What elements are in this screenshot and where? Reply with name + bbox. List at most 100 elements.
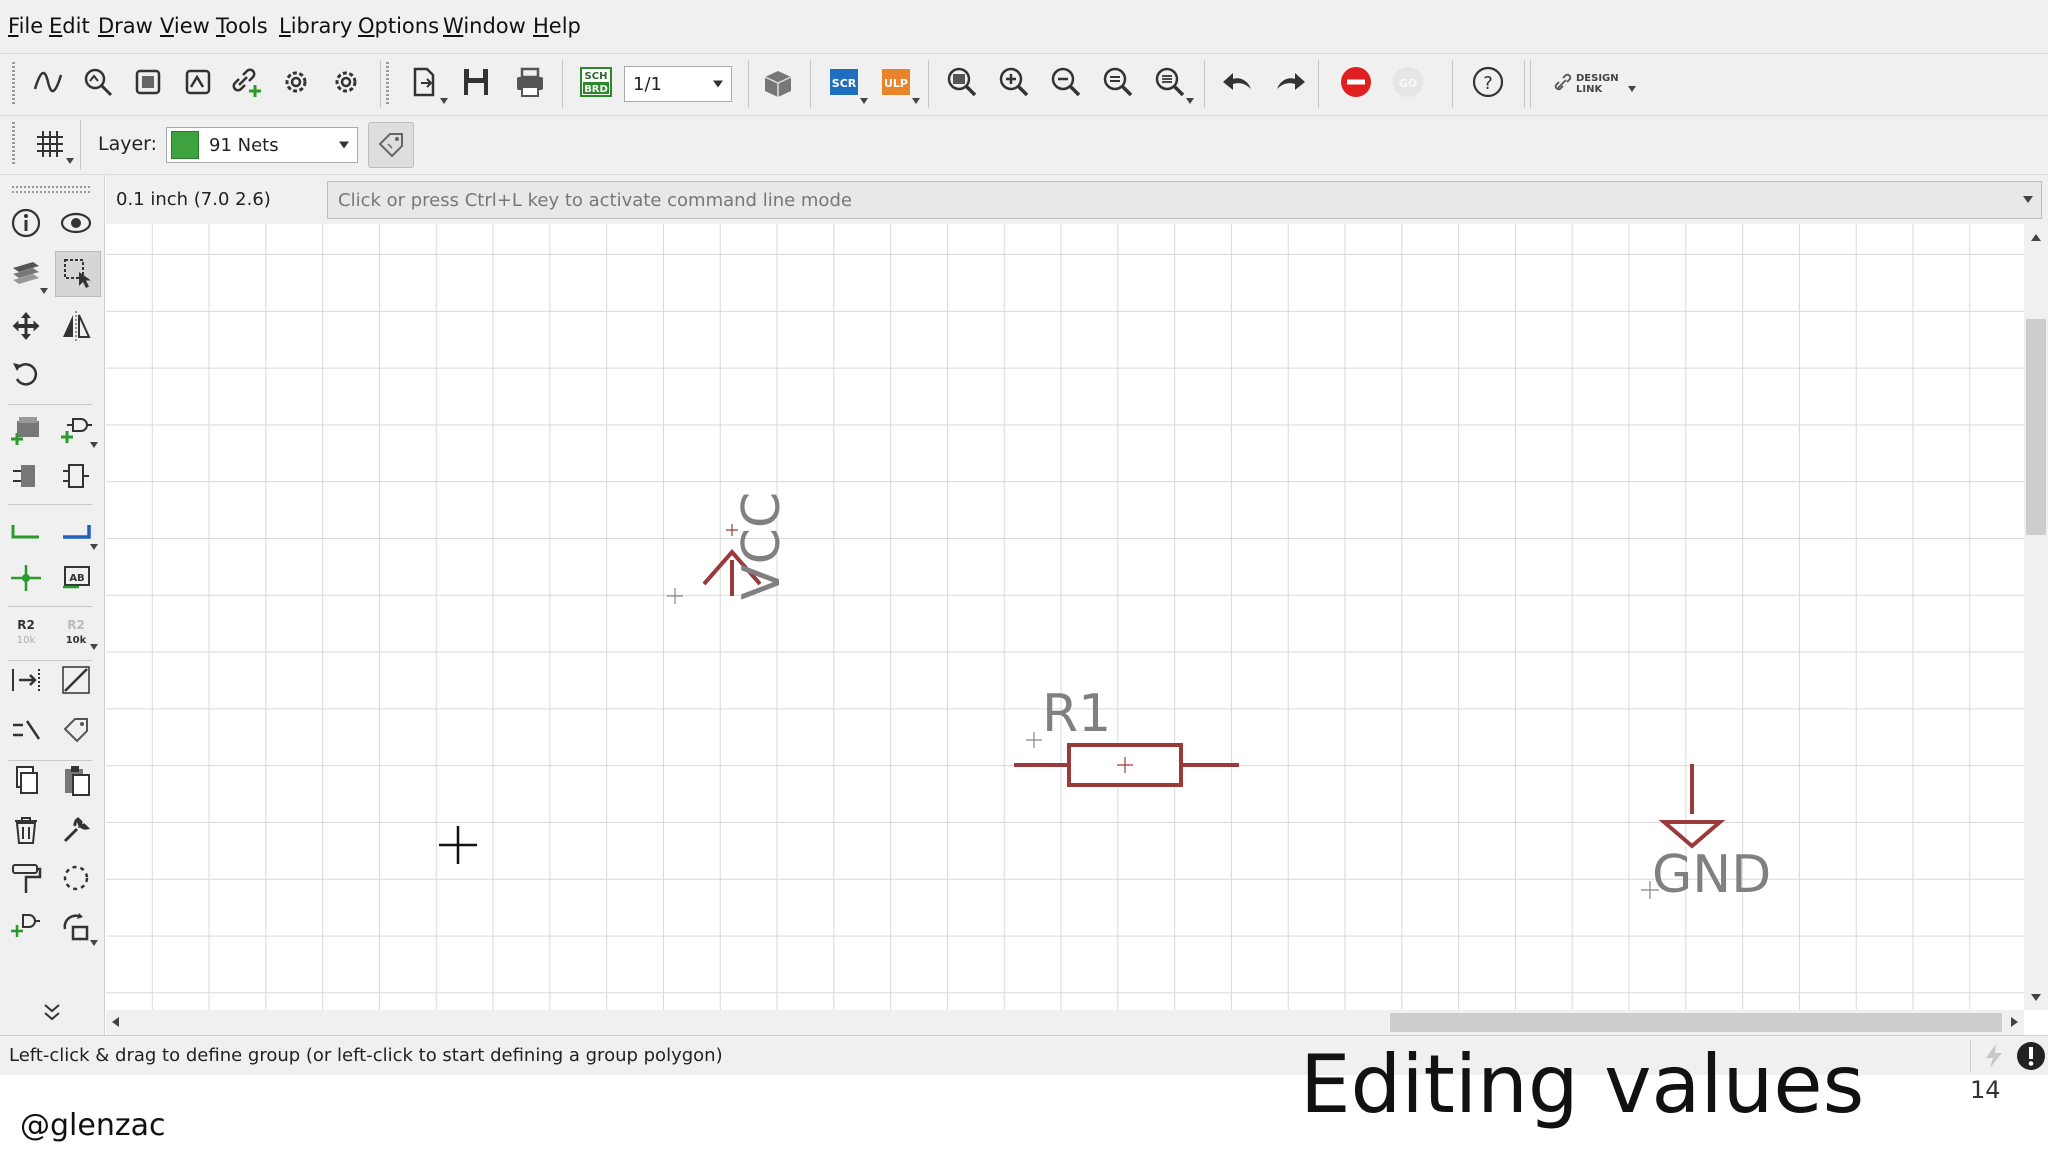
svg-text:SCH: SCH	[585, 71, 608, 82]
undo-icon[interactable]	[1218, 62, 1258, 102]
signal-icon[interactable]	[28, 62, 68, 102]
layer-color-swatch	[171, 131, 199, 159]
layers-icon[interactable]	[6, 253, 46, 293]
erc-icon[interactable]	[128, 62, 168, 102]
menu-view[interactable]: View	[160, 14, 210, 38]
menu-tools[interactable]: Tools	[216, 14, 268, 38]
zoom-out-icon[interactable]	[1046, 62, 1086, 102]
scroll-up-icon[interactable]	[2031, 234, 2041, 241]
svg-text:BRD: BRD	[584, 84, 608, 95]
svg-text:R2: R2	[67, 618, 85, 632]
paint-roller-icon[interactable]	[6, 858, 46, 898]
copy-icon[interactable]	[6, 760, 46, 800]
menu-options[interactable]: Options	[358, 14, 439, 38]
wrench-icon[interactable]	[56, 810, 96, 850]
label-icon[interactable]: AB	[56, 558, 96, 598]
vcc-supply-symbol[interactable]: VCC	[667, 492, 792, 604]
group-select-icon[interactable]	[58, 253, 98, 293]
schematic-drawing: VCC R1 GND	[439, 492, 1771, 905]
expand-toolbar-icon[interactable]	[32, 992, 72, 1032]
svg-text:10k: 10k	[66, 635, 87, 646]
svg-text:LINK: LINK	[1576, 84, 1603, 95]
sheet-select[interactable]: 1/1	[624, 66, 732, 102]
mirror-icon[interactable]	[56, 306, 96, 346]
layer-label: Layer:	[98, 133, 158, 155]
alert-icon[interactable]	[2016, 1041, 2046, 1071]
menu-edit[interactable]: Edit	[49, 14, 90, 38]
drc-icon[interactable]	[178, 62, 218, 102]
crosshair-cursor	[439, 826, 477, 864]
gate-swap-icon[interactable]	[56, 456, 96, 496]
gear-icon[interactable]	[276, 62, 316, 102]
lightning-icon[interactable]	[1980, 1042, 2008, 1070]
open-icon[interactable]	[404, 62, 444, 102]
print-icon[interactable]	[510, 62, 550, 102]
svg-text:?: ?	[1483, 73, 1493, 94]
net-icon[interactable]	[6, 512, 46, 552]
coordinate-readout: 0.1 inch (7.0 2.6)	[116, 189, 271, 210]
paste-icon[interactable]	[56, 760, 96, 800]
menu-draw[interactable]: Draw	[98, 14, 153, 38]
gear-settings-icon[interactable]	[326, 62, 366, 102]
3d-view-icon[interactable]	[758, 62, 798, 102]
svg-text:SCR: SCR	[832, 77, 857, 90]
split-icon[interactable]	[6, 710, 46, 750]
scroll-left-icon[interactable]	[112, 1017, 119, 1027]
slide-title: Editing values	[1300, 1038, 1865, 1131]
svg-text:R2: R2	[17, 618, 35, 632]
show-icon[interactable]	[78, 62, 118, 102]
zoom-fit-icon[interactable]	[942, 62, 982, 102]
menu-bar: File Edit Draw View Tools Library Option…	[0, 0, 2048, 54]
horizontal-scrollbar[interactable]	[106, 1010, 2024, 1035]
design-link-button[interactable]: DESIGN LINK	[1552, 68, 1632, 98]
scroll-down-icon[interactable]	[2031, 994, 2041, 1001]
slide-page-number: 14	[1970, 1076, 2001, 1104]
gnd-label: GND	[1652, 845, 1771, 905]
ulp-icon[interactable]: ULP	[876, 62, 916, 102]
save-icon[interactable]	[456, 62, 496, 102]
add-part-icon[interactable]	[6, 410, 46, 450]
help-icon[interactable]: ?	[1468, 62, 1508, 102]
zoom-redraw-icon[interactable]	[1098, 62, 1138, 102]
zoom-in-icon[interactable]	[994, 62, 1034, 102]
zoom-select-icon[interactable]	[1150, 62, 1190, 102]
eye-icon[interactable]	[56, 203, 96, 243]
line-icon[interactable]	[56, 660, 96, 700]
rotate-icon[interactable]	[6, 354, 46, 394]
menu-library[interactable]: Library	[279, 14, 352, 38]
svg-text:DESIGN: DESIGN	[1576, 73, 1619, 84]
add-link-icon[interactable]	[228, 62, 268, 102]
delete-icon[interactable]	[6, 810, 46, 850]
attribute-icon[interactable]	[6, 660, 46, 700]
layer-select[interactable]: 91 Nets	[166, 127, 358, 163]
tag-icon[interactable]	[368, 122, 414, 168]
add-pin-plus-icon[interactable]	[6, 906, 46, 946]
author-handle: @glenzac	[20, 1108, 166, 1143]
info-icon[interactable]	[6, 203, 46, 243]
tag-tool-icon[interactable]	[56, 710, 96, 750]
redo-icon[interactable]	[1270, 62, 1310, 102]
name-tool-icon[interactable]: R2 10k	[6, 612, 46, 652]
vertical-scrollbar[interactable]	[2024, 224, 2048, 1010]
menu-file[interactable]: File	[8, 14, 43, 38]
stop-icon[interactable]	[1336, 62, 1376, 102]
svg-text:ULP: ULP	[884, 77, 908, 90]
vertical-scroll-thumb[interactable]	[2026, 319, 2046, 535]
sch-brd-switch-icon[interactable]: SCH BRD	[576, 62, 616, 102]
move-icon[interactable]	[6, 306, 46, 346]
command-line-input[interactable]: Click or press Ctrl+L key to activate co…	[327, 181, 2042, 219]
command-history-dropdown-icon[interactable]	[2023, 196, 2033, 203]
scroll-right-icon[interactable]	[2011, 1017, 2018, 1027]
script-icon[interactable]: SCR	[824, 62, 864, 102]
go-icon: GO	[1388, 62, 1428, 102]
menu-window[interactable]: Window	[443, 14, 526, 38]
smash-icon[interactable]	[56, 858, 96, 898]
gnd-supply-symbol[interactable]: GND	[1641, 764, 1771, 905]
menu-help[interactable]: Help	[533, 14, 581, 38]
replace-icon[interactable]	[6, 456, 46, 496]
horizontal-scroll-thumb[interactable]	[1390, 1013, 2002, 1032]
status-hint: Left-click & drag to define group (or le…	[9, 1045, 723, 1066]
junction-icon[interactable]	[6, 558, 46, 598]
r1-resistor[interactable]: R1	[1014, 684, 1239, 787]
grid-icon[interactable]	[30, 124, 70, 164]
